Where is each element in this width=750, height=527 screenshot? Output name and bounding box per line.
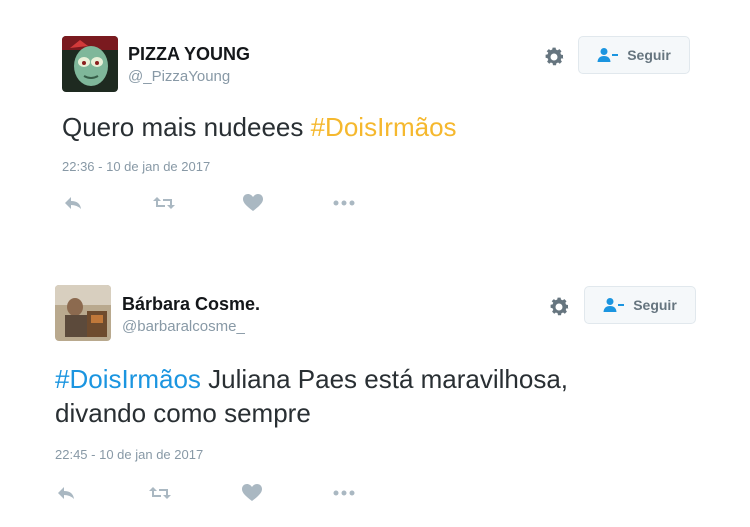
- avatar-image-icon: [55, 285, 111, 341]
- tweet-2: Bárbara Cosme. @barbaralcosme_ Seguir #D…: [0, 0, 750, 527]
- settings-gear-icon[interactable]: [547, 295, 571, 319]
- follow-button-label: Seguir: [633, 297, 677, 313]
- avatar-barbara-cosme[interactable]: [55, 285, 111, 341]
- tweet-text: #DoisIrmãos Juliana Paes está maravilhos…: [55, 362, 568, 396]
- display-name[interactable]: Bárbara Cosme.: [122, 294, 260, 315]
- follow-user-icon: [603, 298, 625, 312]
- tweet-timestamp[interactable]: 22:45 - 10 de jan de 2017: [55, 447, 203, 462]
- hashtag-link[interactable]: #DoisIrmãos: [55, 364, 201, 394]
- username-handle[interactable]: @barbaralcosme_: [122, 318, 245, 335]
- retweet-icon[interactable]: [148, 483, 172, 503]
- more-icon[interactable]: [332, 483, 356, 503]
- reply-icon[interactable]: [55, 483, 77, 503]
- follow-button[interactable]: Seguir: [584, 286, 696, 324]
- like-heart-icon[interactable]: [242, 483, 262, 503]
- tweet-text-line-2: divando como sempre: [55, 398, 311, 428]
- tweet-text-body: Juliana Paes está maravilhosa,: [200, 364, 569, 394]
